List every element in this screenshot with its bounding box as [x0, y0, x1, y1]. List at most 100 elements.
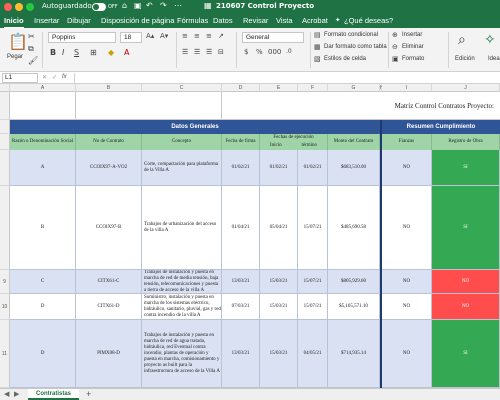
formula-input[interactable] — [74, 73, 498, 83]
undo-icon[interactable]: ↶ — [146, 1, 153, 10]
ideas-icon[interactable]: ✧ — [484, 32, 496, 48]
number-format-select[interactable]: General — [242, 32, 304, 43]
align-bottom-icon[interactable]: ≡ — [206, 32, 212, 40]
row-header[interactable]: 10 — [0, 294, 10, 320]
column-header[interactable]: C — [142, 84, 222, 92]
format-painter-icon[interactable]: 🖌 — [28, 56, 38, 65]
tab-dibujar[interactable]: Dibujar — [67, 16, 91, 25]
decrease-font-icon[interactable]: A▾ — [160, 32, 168, 40]
column-header[interactable]: G — [328, 84, 380, 92]
name-box[interactable]: L1 — [2, 73, 38, 83]
cell-firma[interactable]: 07/03/21 — [222, 294, 260, 320]
cell-concepto[interactable]: Trabajos de urbanización del acceso de l… — [142, 186, 222, 270]
home-icon[interactable]: ⌂ — [122, 1, 127, 10]
align-middle-icon[interactable]: ≡ — [194, 32, 200, 40]
cell-contrato[interactable]: CCOIX97-B — [76, 186, 142, 270]
cell-registro[interactable]: SI — [432, 150, 500, 186]
cell-contrato[interactable]: CITX61-C — [76, 270, 142, 294]
column-header[interactable]: E — [260, 84, 298, 92]
cell-contrato[interactable]: CITX61-D — [76, 294, 142, 320]
align-left-icon[interactable]: ☰ — [182, 48, 188, 56]
cut-icon[interactable]: ✂ — [28, 32, 35, 41]
cell-concepto[interactable]: Corte, compactación para plataforma de l… — [142, 150, 222, 186]
cell-termino[interactable]: 04/05/21 — [298, 320, 328, 388]
italic-icon[interactable]: I — [62, 48, 64, 57]
cell-registro[interactable]: SI — [432, 320, 500, 388]
cell-razon[interactable]: C — [10, 270, 76, 294]
merge-icon[interactable]: ⊟ — [218, 48, 224, 56]
cell-firma[interactable]: 01/04/21 — [222, 186, 260, 270]
borders-icon[interactable]: ⊞ — [90, 48, 97, 57]
column-header[interactable]: D — [222, 84, 260, 92]
fill-color-icon[interactable]: ◆ — [108, 48, 114, 57]
cell-termino[interactable]: 15/07/21 — [298, 186, 328, 270]
cell-razon[interactable]: A — [10, 150, 76, 186]
format-button[interactable]: Formato — [402, 56, 424, 62]
row-header[interactable]: 11 — [0, 320, 10, 388]
tab-acrobat[interactable]: Acrobat — [302, 16, 328, 25]
increase-font-icon[interactable]: A▴ — [146, 32, 154, 40]
copy-icon[interactable]: ⧉ — [28, 44, 34, 54]
column-header[interactable]: J — [432, 84, 500, 92]
cell-inicio[interactable]: 15/03/21 — [260, 320, 298, 388]
cell-monto[interactable]: $683,510.00 — [328, 150, 380, 186]
font-color-icon[interactable]: A — [124, 48, 129, 57]
cell-concepto[interactable]: Trabajos de instalación y puesta en marc… — [142, 320, 222, 388]
column-header[interactable]: B — [76, 84, 142, 92]
cell-registro[interactable]: NO — [432, 294, 500, 320]
conditional-format-button[interactable]: Formato condicional — [324, 32, 378, 38]
align-right-icon[interactable]: ☰ — [206, 48, 212, 56]
underline-icon[interactable]: S — [74, 48, 79, 57]
tab-formulas[interactable]: Fórmulas — [177, 16, 208, 25]
delete-button[interactable]: Eliminar — [402, 44, 424, 50]
cell-fianzas[interactable]: NO — [382, 294, 432, 320]
row-header[interactable] — [0, 92, 10, 120]
cell-razon[interactable]: D — [10, 294, 76, 320]
redo-icon[interactable]: ↷ — [160, 1, 167, 10]
row-header[interactable] — [0, 134, 10, 150]
minimize-window-button[interactable] — [15, 3, 23, 11]
cell-monto[interactable]: $805,929.60 — [328, 270, 380, 294]
cell-razon[interactable]: B — [10, 186, 76, 270]
orientation-icon[interactable]: ↗ — [218, 32, 224, 40]
font-size-select[interactable]: 18 — [120, 32, 142, 43]
cell-inicio[interactable]: 15/03/21 — [260, 270, 298, 294]
insert-button[interactable]: Insertar — [402, 32, 422, 38]
column-header[interactable]: F — [298, 84, 328, 92]
tab-disposicion[interactable]: Disposición de página — [101, 16, 174, 25]
tab-vista[interactable]: Vista — [276, 16, 293, 25]
bold-icon[interactable]: B — [50, 48, 56, 57]
cell-monto[interactable]: $5,165,571.10 — [328, 294, 380, 320]
blank-cell[interactable] — [76, 92, 222, 120]
tab-inicio[interactable]: Inicio — [4, 16, 24, 29]
cell-monto[interactable]: $485,690.58 — [328, 186, 380, 270]
cell-contrato[interactable]: PIMX08-D — [76, 320, 142, 388]
align-top-icon[interactable]: ≡ — [182, 32, 188, 40]
cell-inicio[interactable]: 05/04/21 — [260, 186, 298, 270]
add-sheet-button[interactable]: + — [86, 389, 91, 399]
prev-sheet-icon[interactable]: ◀ — [4, 390, 9, 398]
function-button[interactable]: fx — [62, 74, 67, 80]
cell-razon[interactable]: D — [10, 320, 76, 388]
sheet-tab-contratistas[interactable]: Contratistas — [28, 389, 80, 400]
save-icon[interactable]: ▣ — [134, 1, 142, 10]
next-sheet-icon[interactable]: ▶ — [14, 390, 19, 398]
cell-firma[interactable]: 13/03/21 — [222, 320, 260, 388]
cell-fianzas[interactable]: NO — [382, 320, 432, 388]
cell-firma[interactable]: 01/02/21 — [222, 150, 260, 186]
cell-termino[interactable]: 01/02/21 — [298, 150, 328, 186]
close-window-button[interactable] — [4, 3, 12, 11]
table-format-button[interactable]: Dar formato como tabla — [324, 44, 387, 50]
cell-concepto[interactable]: Suministro, instalación y puesta en marc… — [142, 294, 222, 320]
cell-fianzas[interactable]: NO — [382, 186, 432, 270]
cell-contrato[interactable]: CCOIX97-A-VO2 — [76, 150, 142, 186]
tab-revisar[interactable]: Revisar — [243, 16, 268, 25]
search-icon[interactable]: ⌕ — [458, 32, 466, 48]
cancel-icon[interactable]: ✕ — [42, 74, 47, 81]
row-header[interactable] — [0, 120, 10, 134]
column-header[interactable]: I — [382, 84, 432, 92]
decimal-increase-icon[interactable]: .0 — [286, 48, 292, 55]
cell-concepto[interactable]: Trabajos de instalación y puesta en marc… — [142, 270, 222, 294]
cell-termino[interactable]: 15/07/21 — [298, 294, 328, 320]
more-icon[interactable]: ⋯ — [174, 1, 182, 10]
